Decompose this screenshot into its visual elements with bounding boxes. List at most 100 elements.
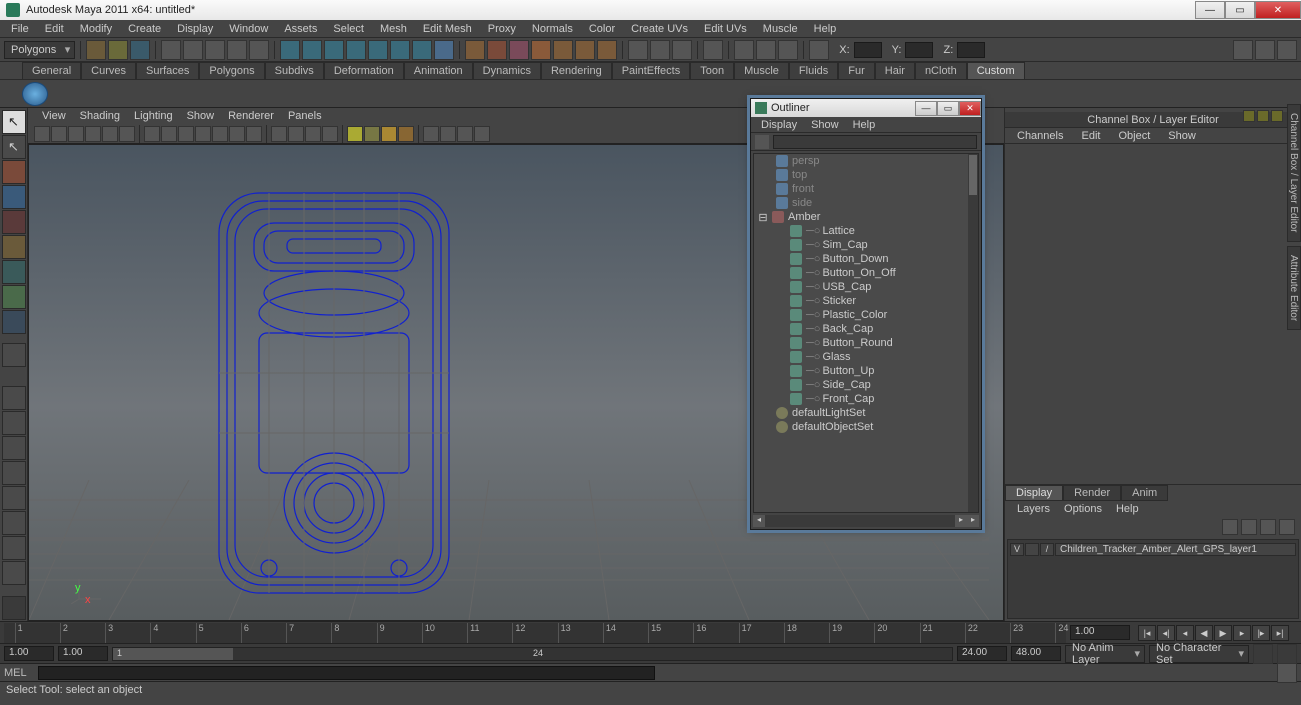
- outliner-item[interactable]: ─○Side_Cap: [754, 378, 978, 392]
- shelf-tab-painteffects[interactable]: PaintEffects: [612, 62, 691, 79]
- outliner-item[interactable]: persp: [754, 154, 978, 168]
- layer-type-toggle[interactable]: [1025, 543, 1039, 556]
- outliner-item[interactable]: ─○Button_Down: [754, 252, 978, 266]
- shelf-tab-toon[interactable]: Toon: [690, 62, 734, 79]
- layout-b-icon[interactable]: [650, 40, 670, 60]
- layout-four-icon[interactable]: [2, 411, 26, 435]
- close-button[interactable]: ✕: [1255, 1, 1301, 19]
- shelf-tab-custom[interactable]: Custom: [967, 62, 1025, 79]
- layout-script-icon[interactable]: [2, 561, 26, 585]
- vp-icon[interactable]: [68, 126, 84, 142]
- anim-start-input[interactable]: 1.00: [4, 646, 54, 661]
- panel-menu-panels[interactable]: Panels: [282, 110, 328, 122]
- outliner-item[interactable]: ⊟Amber: [754, 210, 978, 224]
- vp-light-icon[interactable]: [364, 126, 380, 142]
- shelf-tab-dynamics[interactable]: Dynamics: [473, 62, 541, 79]
- outliner-item[interactable]: ─○Button_Round: [754, 336, 978, 350]
- shelf-tab-rendering[interactable]: Rendering: [541, 62, 612, 79]
- layout-a-icon[interactable]: [628, 40, 648, 60]
- character-set-selector[interactable]: No Character Set: [1149, 645, 1249, 663]
- rotate-tool[interactable]: [2, 210, 26, 234]
- soft-mod-tool[interactable]: [2, 285, 26, 309]
- outliner-maximize-button[interactable]: ▭: [937, 101, 959, 116]
- menu-assets[interactable]: Assets: [277, 22, 324, 36]
- outliner-item[interactable]: ─○Front_Cap: [754, 392, 978, 406]
- layout-c-icon[interactable]: [672, 40, 692, 60]
- outliner-item[interactable]: ─○USB_Cap: [754, 280, 978, 294]
- vp-icon[interactable]: [457, 126, 473, 142]
- help-icon[interactable]: [434, 40, 454, 60]
- shelf-tab-fur[interactable]: Fur: [838, 62, 875, 79]
- layer-icon[interactable]: [1222, 519, 1238, 535]
- minimize-button[interactable]: —: [1195, 1, 1225, 19]
- menu-normals[interactable]: Normals: [525, 22, 580, 36]
- panel-menu-renderer[interactable]: Renderer: [222, 110, 280, 122]
- outliner-menu-display[interactable]: Display: [755, 119, 803, 131]
- menu-proxy[interactable]: Proxy: [481, 22, 523, 36]
- vp-icon[interactable]: [423, 126, 439, 142]
- menu-edit-uvs[interactable]: Edit UVs: [697, 22, 754, 36]
- menu-mesh[interactable]: Mesh: [373, 22, 414, 36]
- shelf-tab-general[interactable]: General: [22, 62, 81, 79]
- undo-icon[interactable]: [161, 40, 181, 60]
- universal-manip-tool[interactable]: [2, 260, 26, 284]
- menu-edit-mesh[interactable]: Edit Mesh: [416, 22, 479, 36]
- vp-icon[interactable]: [161, 126, 177, 142]
- side-tab-channelbox[interactable]: Channel Box / Layer Editor: [1287, 104, 1301, 242]
- xform-a-icon[interactable]: [734, 40, 754, 60]
- layout-single-icon[interactable]: [2, 386, 26, 410]
- select-hier-icon[interactable]: [205, 40, 225, 60]
- menu-create[interactable]: Create: [121, 22, 168, 36]
- fps-field[interactable]: 1.00: [1070, 625, 1130, 640]
- shelf-tab-polygons[interactable]: Polygons: [199, 62, 264, 79]
- anim-end-input[interactable]: 48.00: [1011, 646, 1061, 661]
- vp-icon[interactable]: [178, 126, 194, 142]
- autokey-button[interactable]: [1253, 644, 1273, 664]
- outliner-item[interactable]: ─○Button_On_Off: [754, 266, 978, 280]
- outliner-item[interactable]: ─○Lattice: [754, 224, 978, 238]
- shelf-tab-animation[interactable]: Animation: [404, 62, 473, 79]
- menu-create-uvs[interactable]: Create UVs: [624, 22, 695, 36]
- render-frame-icon[interactable]: [509, 40, 529, 60]
- render-a-icon[interactable]: [553, 40, 573, 60]
- display-tab-render[interactable]: Render: [1063, 485, 1121, 501]
- shelf-tab-curves[interactable]: Curves: [81, 62, 136, 79]
- outliner-minimize-button[interactable]: —: [915, 101, 937, 116]
- outliner-menu-show[interactable]: Show: [805, 119, 845, 131]
- outliner-item[interactable]: side: [754, 196, 978, 210]
- menu-help[interactable]: Help: [807, 22, 844, 36]
- vp-icon[interactable]: [474, 126, 490, 142]
- channel-tab-show[interactable]: Show: [1160, 130, 1204, 142]
- coord-y-input[interactable]: [905, 42, 933, 58]
- outliner-close-button[interactable]: ✕: [959, 101, 981, 116]
- cb-icon[interactable]: [1243, 110, 1255, 122]
- render-b-icon[interactable]: [575, 40, 595, 60]
- vp-icon[interactable]: [271, 126, 287, 142]
- layer-icon[interactable]: [1279, 519, 1295, 535]
- outliner-item[interactable]: ─○Sim_Cap: [754, 238, 978, 252]
- shelf-tab-surfaces[interactable]: Surfaces: [136, 62, 199, 79]
- snap-point-icon[interactable]: [324, 40, 344, 60]
- panel-menu-lighting[interactable]: Lighting: [128, 110, 179, 122]
- shelf-tab-subdivs[interactable]: Subdivs: [265, 62, 324, 79]
- goto-end-button[interactable]: ▸|: [1271, 625, 1289, 641]
- maximize-button[interactable]: ▭: [1225, 1, 1255, 19]
- channel-tab-channels[interactable]: Channels: [1009, 130, 1071, 142]
- xform-b-icon[interactable]: [756, 40, 776, 60]
- show-manip-tool[interactable]: [2, 310, 26, 334]
- open-scene-icon[interactable]: [108, 40, 128, 60]
- menu-select[interactable]: Select: [326, 22, 371, 36]
- snap-live-icon[interactable]: [368, 40, 388, 60]
- anim-layer-selector[interactable]: No Anim Layer: [1065, 645, 1145, 663]
- mode-selector[interactable]: Polygons: [4, 41, 75, 59]
- layout-hyper-icon[interactable]: [2, 536, 26, 560]
- menu-file[interactable]: File: [4, 22, 36, 36]
- select-tool[interactable]: ↖: [2, 110, 26, 134]
- menu-modify[interactable]: Modify: [73, 22, 119, 36]
- snap-toggle-icon[interactable]: [412, 40, 432, 60]
- shelf-tab-hair[interactable]: Hair: [875, 62, 915, 79]
- layer-menu-layers[interactable]: Layers: [1011, 503, 1056, 515]
- vp-icon[interactable]: [440, 126, 456, 142]
- layout-graph-icon[interactable]: [2, 511, 26, 535]
- shelf-tab-deformation[interactable]: Deformation: [324, 62, 404, 79]
